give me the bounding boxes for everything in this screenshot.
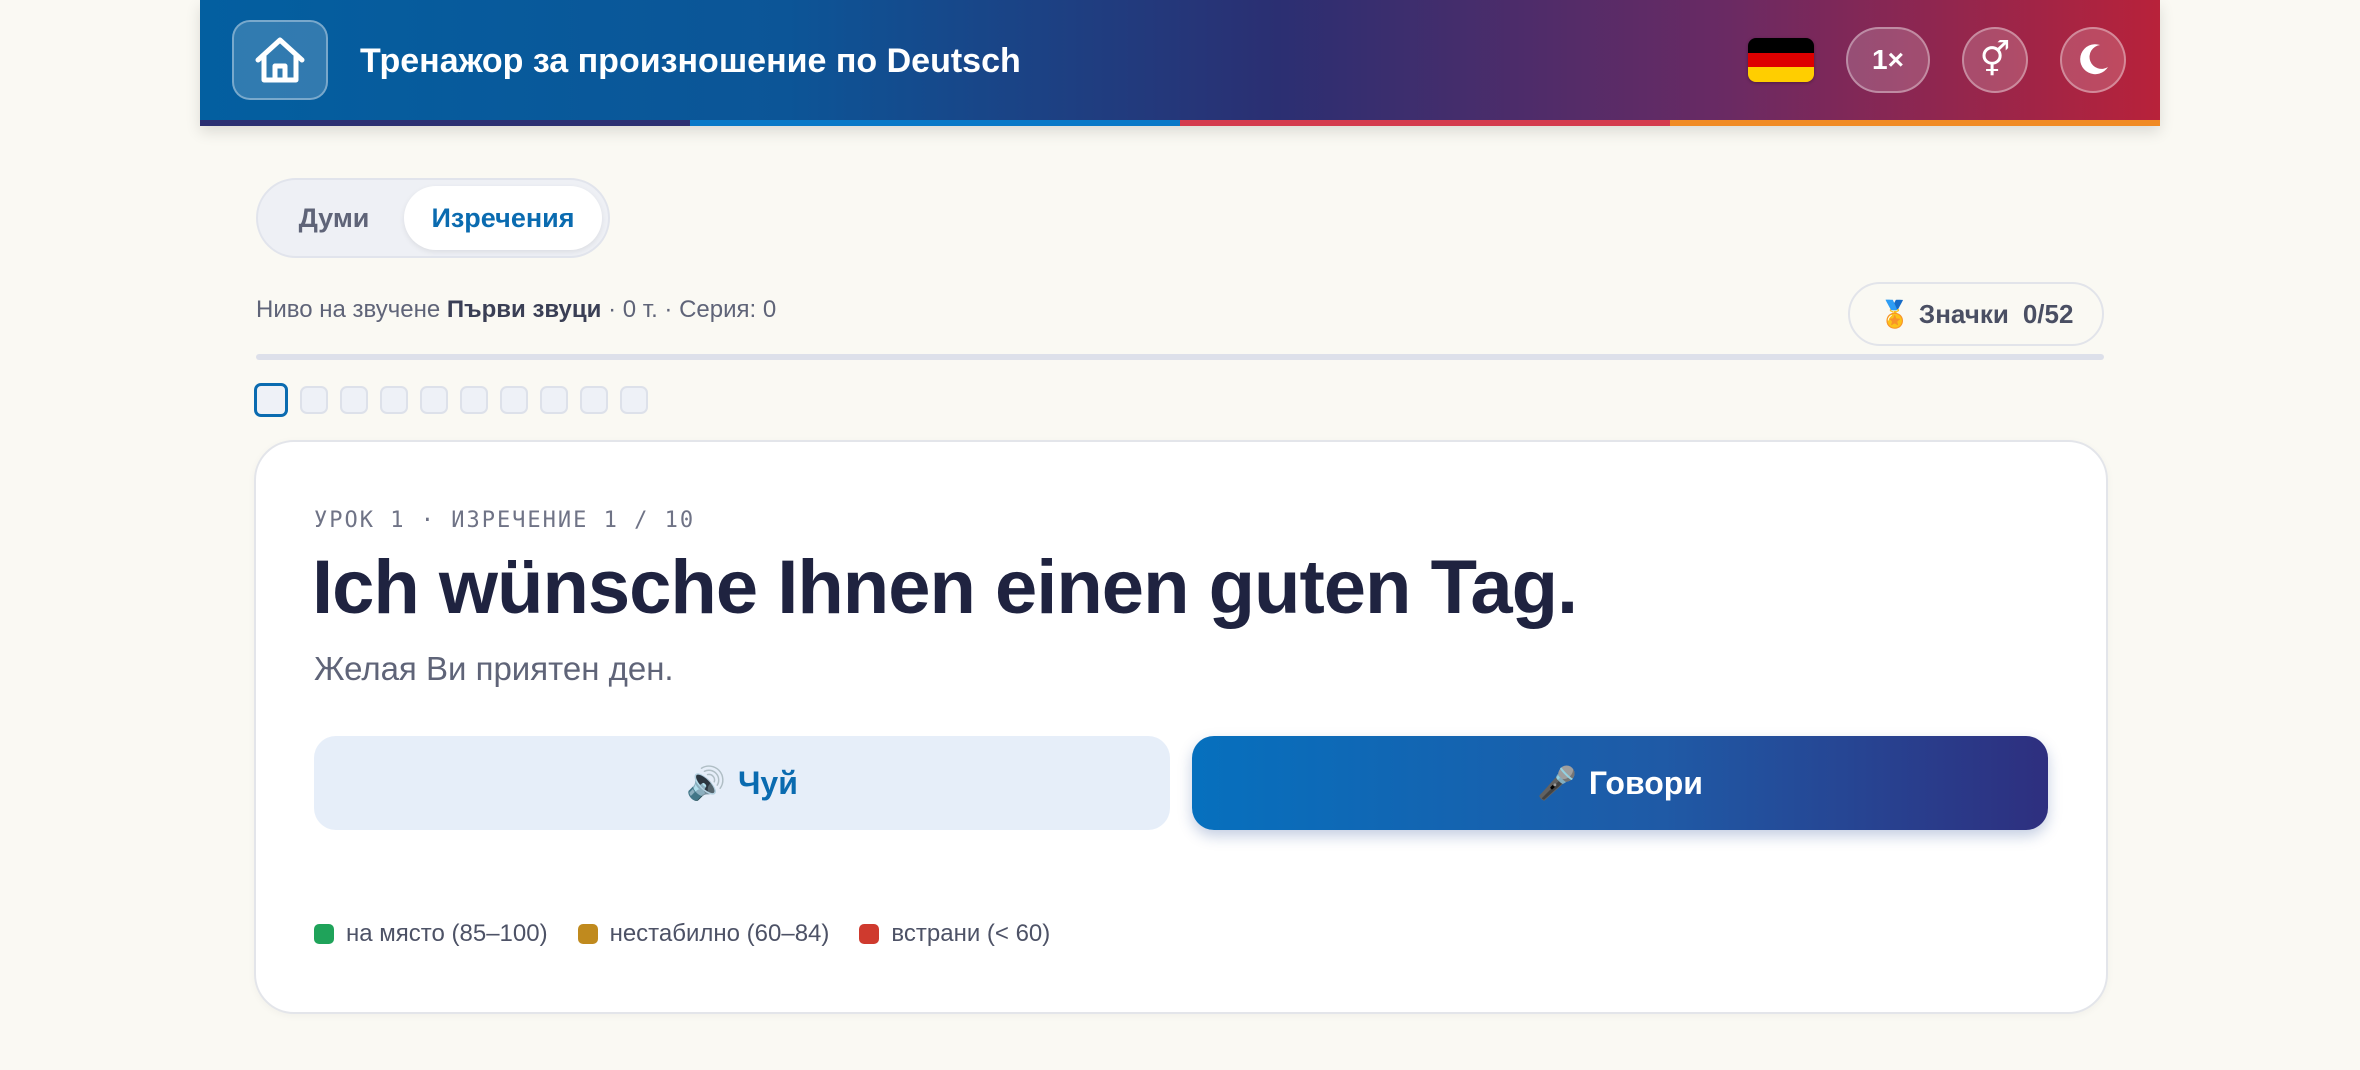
step-dot[interactable] [620, 386, 648, 414]
microphone-icon: 🎤 [1537, 765, 1577, 801]
app-root: Тренажор за произношение по Deutsch 1× ⚥… [200, 0, 2160, 1070]
step-dot[interactable] [420, 386, 448, 414]
tab-phrases[interactable]: Изречения [404, 186, 602, 250]
legend-item-on-target: на място (85–100) [314, 920, 548, 948]
phrase-step-dots [254, 383, 648, 417]
points-streak: · 0 т. · Серия: 0 [608, 296, 777, 323]
top-header: Тренажор за произношение по Deutsch 1× ⚥ [200, 0, 2160, 126]
header-stripe-3 [1180, 120, 1670, 126]
target-phrase: Ich wünsche Ihnen einen guten Tag. [312, 545, 1578, 630]
header-stripe-1 [200, 120, 690, 126]
legend-item-unstable: нестабилно (60–84) [577, 920, 830, 948]
phrase-card: УРОК 1 · ИЗРЕЧЕНИЕ 1 / 10 Ich wünsche Ih… [254, 440, 2108, 1014]
moon-icon [2080, 44, 2108, 75]
voice-gender-button[interactable]: ⚥ [1962, 27, 2028, 93]
phrase-translation: Желая Ви приятен ден. [314, 650, 674, 687]
page-title: Тренажор за произношение по Deutsch [360, 42, 1021, 80]
theme-toggle-button[interactable] [2060, 27, 2126, 93]
mode-tabs: Думи Изречения [256, 178, 610, 258]
step-dot[interactable] [460, 386, 488, 414]
step-dot[interactable] [500, 386, 528, 414]
listen-button[interactable]: 🔊 Чуй [314, 736, 1170, 830]
speak-label: Говори [1588, 764, 1703, 801]
flag-band-gold [1748, 67, 1814, 82]
level-prefix: Ниво на звучене [256, 296, 441, 323]
flag-band-black [1748, 38, 1814, 53]
home-icon [255, 37, 305, 83]
legend-item-off: встрани (< 60) [859, 920, 1050, 948]
step-dot[interactable] [300, 386, 328, 414]
flag-band-red [1748, 52, 1814, 68]
level-name: Първи звуци [446, 296, 602, 323]
speaker-icon: 🔊 [686, 765, 726, 801]
step-dot[interactable] [540, 386, 568, 414]
lesson-progress-bar [256, 354, 2104, 360]
legend-label: встрани (< 60) [891, 920, 1051, 947]
home-button[interactable] [232, 20, 328, 100]
level-status: Ниво на звучене Първи звуци · 0 т. · Сер… [256, 296, 776, 324]
legend-swatch-amber [577, 924, 598, 944]
gender-icon: ⚥ [1979, 40, 2011, 80]
score-legend: на място (85–100) нестабилно (60–84) вст… [314, 920, 1080, 948]
legend-label: нестабилно (60–84) [609, 920, 830, 947]
header-stripe-4 [1670, 120, 2160, 126]
playback-speed-button[interactable]: 1× [1846, 27, 1930, 93]
tab-words[interactable]: Думи [264, 186, 404, 250]
medal-icon: 🏅 [1878, 298, 1911, 329]
step-dot[interactable] [380, 386, 408, 414]
listen-label: Чуй [737, 764, 798, 801]
badges-label: Значки [1918, 298, 2009, 329]
lesson-meta: УРОК 1 · ИЗРЕЧЕНИЕ 1 / 10 [314, 508, 696, 533]
badges-button[interactable]: 🏅 Значки 0/52 [1848, 282, 2104, 346]
step-dot[interactable] [254, 383, 288, 417]
legend-swatch-red [859, 924, 880, 944]
legend-label: на място (85–100) [346, 920, 548, 947]
speak-button[interactable]: 🎤 Говори [1192, 736, 2048, 830]
step-dot[interactable] [340, 386, 368, 414]
step-dot[interactable] [580, 386, 608, 414]
legend-swatch-green [314, 924, 334, 944]
header-stripe-2 [690, 120, 1180, 126]
german-flag-icon[interactable] [1748, 38, 1814, 82]
badges-count: 0/52 [2022, 298, 2074, 329]
